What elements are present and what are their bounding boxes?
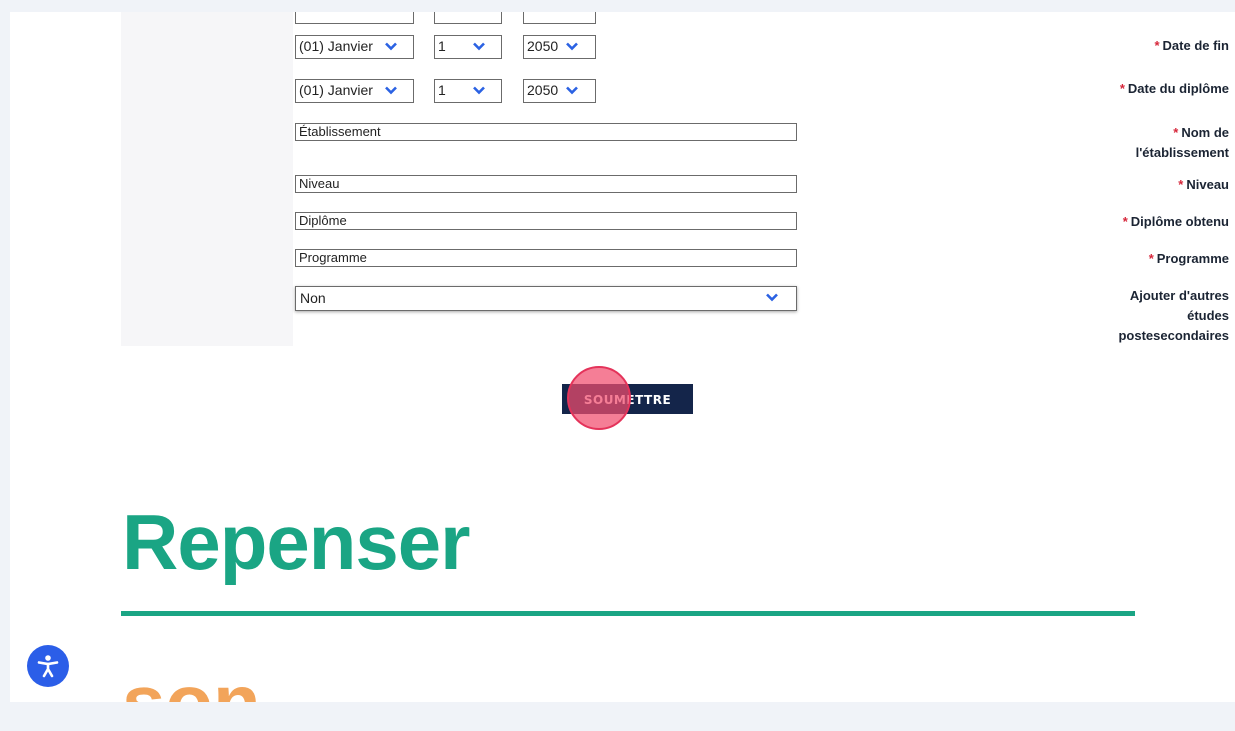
chevron-down-icon — [385, 80, 397, 101]
chevron-down-icon — [566, 36, 578, 57]
start-month-select[interactable] — [295, 12, 414, 24]
end-date-label: * Date de fin — [1154, 38, 1229, 53]
diploma-year-select[interactable]: 2050 — [523, 79, 596, 103]
headline-divider — [121, 611, 1135, 616]
click-indicator — [567, 366, 631, 430]
program-input[interactable]: Programme — [295, 249, 797, 267]
institution-label: * Nom de l'établissement — [1135, 125, 1229, 160]
level-input[interactable]: Niveau — [295, 175, 797, 193]
chevron-down-icon — [385, 36, 397, 57]
diploma-label: * Diplôme obtenu — [1122, 214, 1229, 229]
chevron-down-icon — [566, 80, 578, 101]
chevron-down-icon — [473, 36, 485, 57]
program-label: * Programme — [1148, 251, 1229, 266]
end-month-select[interactable]: (01) Janvier — [295, 35, 414, 59]
accessibility-button[interactable] — [27, 645, 69, 687]
diploma-month-select[interactable]: (01) Janvier — [295, 79, 414, 103]
diploma-date-label: * Date du diplôme — [1119, 81, 1229, 96]
more-studies-select[interactable]: Non — [295, 286, 797, 311]
diploma-day-select[interactable]: 1 — [434, 79, 502, 103]
start-year-select[interactable] — [523, 12, 596, 24]
diploma-input[interactable]: Diplôme — [295, 212, 797, 230]
accessibility-icon — [27, 652, 69, 680]
start-day-select[interactable] — [434, 12, 502, 24]
end-year-select[interactable]: 2050 — [523, 35, 596, 59]
more-studies-label: Ajouter d'autres études postesecondaires — [1118, 288, 1229, 343]
section-headline: Repenser — [122, 498, 470, 586]
chevron-down-icon — [473, 80, 485, 101]
page: * Date de fin (01) Janvier 1 2050 * Date d… — [10, 12, 1235, 702]
end-day-select[interactable]: 1 — [434, 35, 502, 59]
form-label-panel — [121, 12, 293, 346]
level-label: * Niveau — [1178, 177, 1229, 192]
institution-input[interactable]: Établissement — [295, 123, 797, 141]
chevron-down-icon — [766, 287, 778, 308]
section-subheadline: son — [122, 658, 261, 702]
